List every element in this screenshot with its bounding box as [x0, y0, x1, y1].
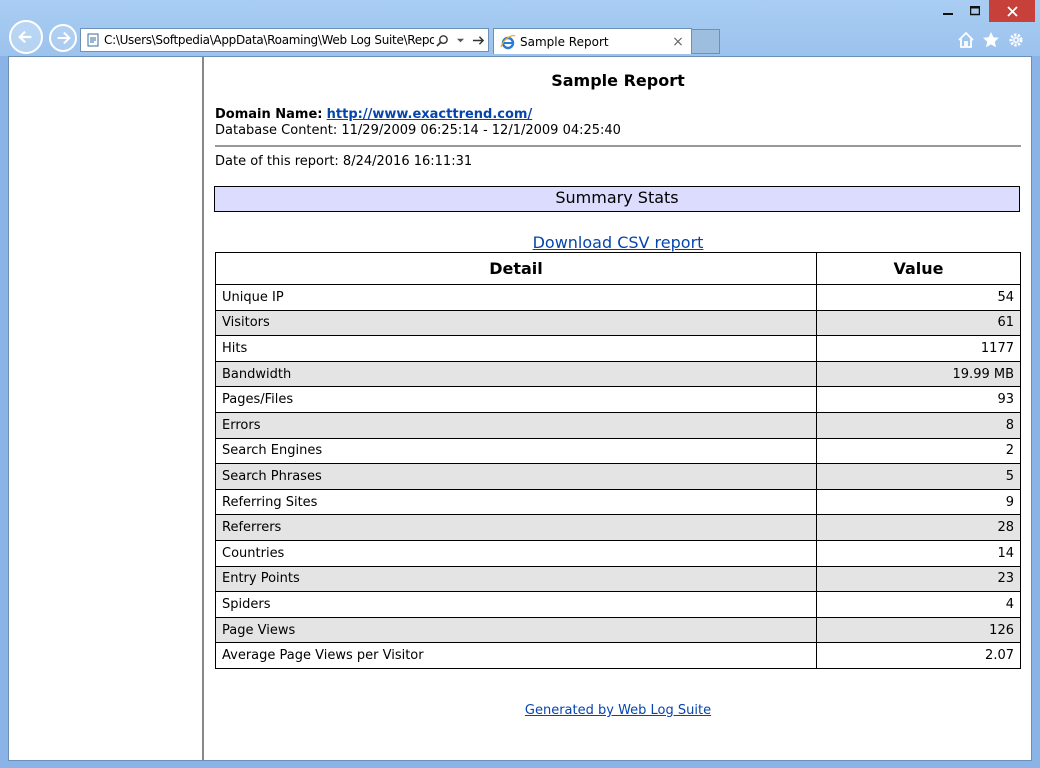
detail-cell: Entry Points: [215, 565, 817, 593]
tab-label: Sample Report: [520, 34, 609, 49]
detail-cell: Referring Sites: [215, 488, 817, 516]
detail-cell: Page Views: [215, 616, 817, 644]
search-icon[interactable]: [434, 32, 450, 48]
report-content: Sample Report Domain Name: http://www.ex…: [214, 57, 1022, 760]
gear-icon: [1009, 33, 1023, 47]
home-button[interactable]: [956, 30, 976, 50]
new-tab-button[interactable]: [692, 29, 720, 54]
detail-cell: Search Phrases: [215, 463, 817, 490]
value-cell: 93: [816, 386, 1021, 413]
detail-cell: Countries: [215, 539, 817, 567]
close-button[interactable]: [989, 0, 1035, 22]
download-csv-link[interactable]: Download CSV report: [214, 233, 1022, 252]
detail-cell: Bandwidth: [215, 360, 817, 388]
table-row: Unique IP 54: [215, 284, 1021, 311]
table-row: Hits 1177: [215, 335, 1021, 362]
detail-cell: Spiders: [215, 591, 817, 618]
value-cell: 1177: [816, 335, 1021, 362]
back-button[interactable]: [9, 20, 43, 54]
left-frame: [9, 57, 204, 760]
detail-cell: Hits: [215, 335, 817, 362]
table-row: Search Engines 2: [215, 437, 1021, 465]
value-cell: 8: [816, 411, 1021, 439]
value-cell: 19.99 MB: [816, 360, 1021, 388]
table-row: Visitors 61: [215, 309, 1021, 337]
value-cell: 9: [816, 488, 1021, 516]
arrow-left-icon: [18, 30, 32, 44]
value-cell: 2: [816, 437, 1021, 465]
browser-frame: C:\Users\Softpedia\AppData\Roaming\Web L…: [0, 0, 1040, 56]
report-date-line: Date of this report: 8/24/2016 16:11:31: [215, 154, 473, 169]
value-cell: 28: [816, 514, 1021, 541]
summary-stats-table: Detail Value Unique IP 54 Visitors 61 Hits 11…: [215, 252, 1021, 669]
detail-cell: Visitors: [215, 309, 817, 337]
database-content-line: Database Content: 11/29/2009 06:25:14 - …: [215, 123, 621, 138]
value-cell: 5: [816, 463, 1021, 490]
detail-cell: Errors: [215, 411, 817, 439]
table-row: Entry Points 23: [215, 565, 1021, 593]
domain-line: Domain Name: http://www.exacttrend.com/: [215, 107, 532, 122]
value-cell: 23: [816, 565, 1021, 593]
page-viewport: Sample Report Domain Name: http://www.ex…: [8, 56, 1032, 761]
favorites-button[interactable]: [981, 30, 1001, 50]
arrow-right-icon: [57, 31, 71, 45]
forward-button[interactable]: [49, 24, 77, 52]
page-icon: [87, 33, 99, 47]
go-arrow-icon[interactable]: [470, 32, 486, 48]
tab-close-icon[interactable]: ×: [671, 34, 685, 50]
table-row: Average Page Views per Visitor 2.07: [215, 642, 1021, 669]
table-row: Page Views 126: [215, 616, 1021, 644]
detail-cell: Average Page Views per Visitor: [215, 642, 817, 669]
value-cell: 54: [816, 284, 1021, 311]
maximize-icon: [970, 6, 980, 16]
table-row: Pages/Files 93: [215, 386, 1021, 413]
minimize-button[interactable]: [935, 0, 961, 22]
value-cell: 14: [816, 539, 1021, 567]
table-row: Countries 14: [215, 539, 1021, 567]
divider: [215, 145, 1021, 147]
value-cell: 126: [816, 616, 1021, 644]
table-row: Referrers 28: [215, 514, 1021, 541]
value-cell: 61: [816, 309, 1021, 337]
page-title: Sample Report: [551, 71, 685, 90]
generated-by-link[interactable]: Generated by Web Log Suite: [214, 703, 1022, 718]
close-icon: [1006, 5, 1018, 17]
table-row: Bandwidth 19.99 MB: [215, 360, 1021, 388]
value-cell: 4: [816, 591, 1021, 618]
table-row: Search Phrases 5: [215, 463, 1021, 490]
ie-logo-icon: [500, 34, 516, 49]
column-header-value: Value: [816, 252, 1021, 285]
detail-cell: Pages/Files: [215, 386, 817, 413]
column-header-detail: Detail: [215, 252, 817, 285]
settings-button[interactable]: [1006, 30, 1026, 50]
detail-cell: Unique IP: [215, 284, 817, 311]
table-row: Errors 8: [215, 411, 1021, 439]
star-icon: [983, 32, 999, 48]
table-row: Referring Sites 9: [215, 488, 1021, 516]
tab-sample-report[interactable]: Sample Report ×: [493, 28, 692, 54]
summary-stats-heading: Summary Stats: [214, 186, 1020, 212]
value-cell: 2.07: [816, 642, 1021, 669]
dropdown-arrow-icon[interactable]: [452, 32, 468, 48]
minimize-icon: [943, 13, 953, 15]
home-icon: [958, 31, 974, 48]
table-row: Spiders 4: [215, 591, 1021, 618]
address-text[interactable]: C:\Users\Softpedia\AppData\Roaming\Web L…: [104, 33, 434, 47]
detail-cell: Referrers: [215, 514, 817, 541]
detail-cell: Search Engines: [215, 437, 817, 465]
address-bar[interactable]: C:\Users\Softpedia\AppData\Roaming\Web L…: [80, 28, 489, 52]
maximize-button[interactable]: [962, 0, 988, 22]
domain-label: Domain Name:: [215, 107, 323, 122]
domain-link[interactable]: http://www.exacttrend.com/: [327, 107, 533, 122]
